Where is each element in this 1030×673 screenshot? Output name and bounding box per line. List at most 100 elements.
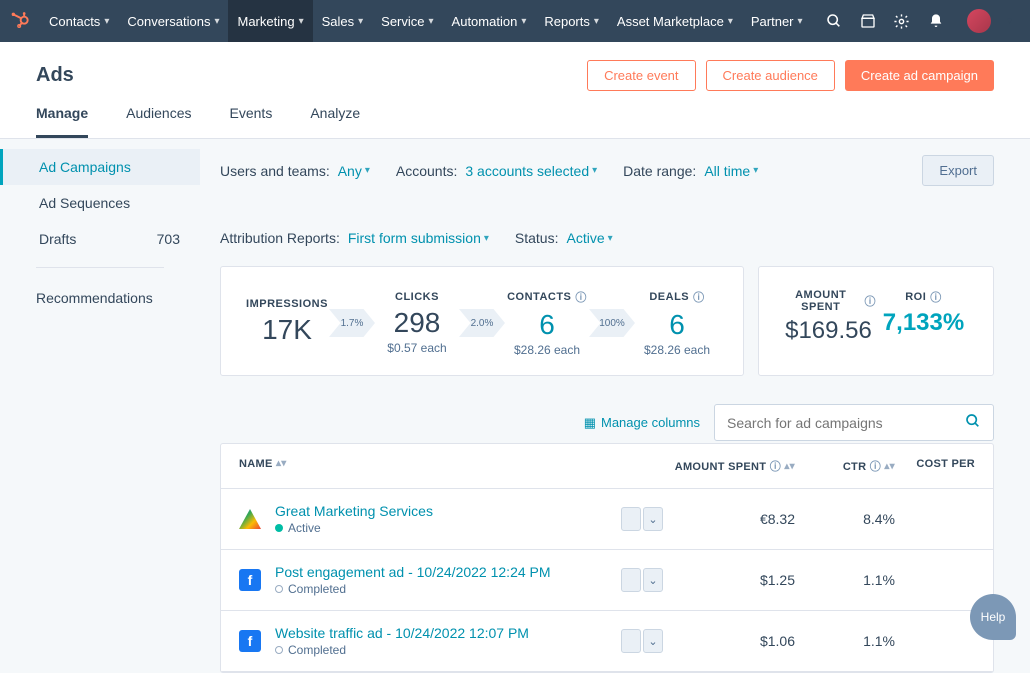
info-icon[interactable]: ⓘ <box>693 289 705 305</box>
stat-impressions: IMPRESSIONS 17K <box>243 298 331 348</box>
nav-sales[interactable]: Sales▾ <box>313 0 373 42</box>
sidebar-item-ad-sequences[interactable]: Ad Sequences <box>0 185 200 221</box>
chevron-down-icon: ▾ <box>358 16 363 27</box>
chevron-down-icon: ▾ <box>299 16 304 27</box>
sidebar-item-count: 703 <box>157 231 180 247</box>
stats-funnel-card: IMPRESSIONS 17K 1.7% CLICKS 298 $0.57 ea… <box>220 266 744 376</box>
nav-reports[interactable]: Reports▾ <box>535 0 608 42</box>
row-dropdown-button[interactable]: ⌄ <box>643 629 663 653</box>
sidebar-item-label: Ad Campaigns <box>39 159 131 175</box>
filter-date: Date range: All time ▾ <box>623 163 758 179</box>
filter-users-value[interactable]: Any ▾ <box>338 163 370 179</box>
search-input[interactable] <box>727 415 965 431</box>
campaign-status: Completed <box>275 582 621 596</box>
chevron-down-icon: ▾ <box>728 16 733 27</box>
user-menu-chevron-icon[interactable]: ▾ <box>1007 16 1012 27</box>
sidebar-divider <box>36 267 164 268</box>
filter-accounts-label: Accounts: <box>396 163 457 179</box>
info-icon[interactable]: ⓘ <box>575 289 587 305</box>
col-name[interactable]: NAME ▴▾ <box>239 458 621 474</box>
sidebar: Ad Campaigns Ad Sequences Drafts703 Recomm… <box>0 139 200 673</box>
info-icon: ⓘ <box>870 461 881 473</box>
status-dot-icon <box>275 524 283 532</box>
filter-attribution-value[interactable]: First form submission ▾ <box>348 230 489 246</box>
arrow-icon: 2.0% <box>459 309 505 337</box>
campaign-name-link[interactable]: Great Marketing Services <box>275 503 621 519</box>
info-icon: ⓘ <box>770 461 781 473</box>
settings-icon[interactable] <box>893 12 911 30</box>
cell-ctr: 8.4% <box>795 511 895 527</box>
nav-asset-marketplace[interactable]: Asset Marketplace▾ <box>608 0 742 42</box>
row-dropdown-button[interactable]: ⌄ <box>643 507 663 531</box>
user-avatar[interactable] <box>967 9 991 33</box>
manage-columns-button[interactable]: ▦ Manage columns <box>584 415 700 431</box>
stat-roi: ROIⓘ 7,133% <box>876 289 971 357</box>
create-audience-button[interactable]: Create audience <box>706 60 835 91</box>
filter-date-label: Date range: <box>623 163 696 179</box>
table-row: fPost engagement ad - 10/24/2022 12:24 P… <box>221 550 993 611</box>
stats-money-card: AMOUNT SPENTⓘ $169.56 ROIⓘ 7,133% <box>758 266 994 376</box>
tab-analyze[interactable]: Analyze <box>310 105 360 138</box>
content-area: Users and teams: Any ▾ Accounts: 3 accou… <box>200 139 1030 673</box>
filter-status: Status: Active ▾ <box>515 230 613 246</box>
hubspot-logo[interactable] <box>0 0 40 42</box>
col-cost-per[interactable]: COST PER <box>895 458 975 474</box>
col-amount-spent[interactable]: AMOUNT SPENT ⓘ ▴▾ <box>665 458 795 474</box>
info-icon[interactable]: ⓘ <box>930 289 942 305</box>
campaign-name-link[interactable]: Post engagement ad - 10/24/2022 12:24 PM <box>275 564 621 580</box>
chevron-down-icon: ▾ <box>521 16 526 27</box>
page-title: Ads <box>36 64 74 87</box>
nav-marketing[interactable]: Marketing▾ <box>228 0 312 42</box>
nav-automation[interactable]: Automation▾ <box>443 0 536 42</box>
arrow-icon: 1.7% <box>329 309 375 337</box>
campaign-status: Active <box>275 521 621 535</box>
filter-accounts-value[interactable]: 3 accounts selected ▾ <box>465 163 597 179</box>
columns-icon: ▦ <box>584 415 596 431</box>
nav-contacts[interactable]: Contacts▾ <box>40 0 118 42</box>
campaigns-table: NAME ▴▾ AMOUNT SPENT ⓘ ▴▾ CTR ⓘ ▴▾ COST … <box>220 443 994 673</box>
help-button[interactable]: Help <box>970 594 1016 640</box>
chevron-down-icon: ▾ <box>594 16 599 27</box>
nav-conversations[interactable]: Conversations▾ <box>118 0 228 42</box>
campaign-name-link[interactable]: Website traffic ad - 10/24/2022 12:07 PM <box>275 625 621 641</box>
status-dot-icon <box>275 646 283 654</box>
info-icon[interactable]: ⓘ <box>865 293 877 309</box>
row-action-button[interactable] <box>621 629 641 653</box>
sidebar-item-ad-campaigns[interactable]: Ad Campaigns <box>0 149 200 185</box>
sidebar-recommendations[interactable]: Recommendations <box>0 282 200 314</box>
table-row: Great Marketing ServicesActive⌄€8.328.4% <box>221 489 993 550</box>
cell-ctr: 1.1% <box>795 633 895 649</box>
filter-status-value[interactable]: Active ▾ <box>567 230 613 246</box>
sort-icon: ▴▾ <box>884 461 895 472</box>
chevron-down-icon: ▾ <box>429 16 434 27</box>
row-action-button[interactable] <box>621 507 641 531</box>
top-nav: Contacts▾Conversations▾Marketing▾Sales▾S… <box>0 0 1030 42</box>
nav-partner[interactable]: Partner▾ <box>742 0 812 42</box>
search-icon[interactable] <box>965 413 981 432</box>
table-row: fWebsite traffic ad - 10/24/2022 12:07 P… <box>221 611 993 672</box>
create-event-button[interactable]: Create event <box>587 60 695 91</box>
tab-manage[interactable]: Manage <box>36 105 88 138</box>
notifications-icon[interactable] <box>927 12 945 30</box>
status-dot-icon <box>275 585 283 593</box>
row-action-button[interactable] <box>621 568 641 592</box>
arrow-icon: 100% <box>589 309 635 337</box>
sidebar-item-drafts[interactable]: Drafts703 <box>0 221 200 257</box>
sort-icon: ▴▾ <box>784 461 795 472</box>
export-button[interactable]: Export <box>922 155 994 186</box>
filter-date-value[interactable]: All time ▾ <box>704 163 758 179</box>
search-icon[interactable] <box>825 12 843 30</box>
campaign-status: Completed <box>275 643 621 657</box>
table-header: NAME ▴▾ AMOUNT SPENT ⓘ ▴▾ CTR ⓘ ▴▾ COST … <box>221 444 993 489</box>
stat-deals: DEALSⓘ 6 $28.26 each <box>633 289 721 357</box>
cell-ctr: 1.1% <box>795 572 895 588</box>
tab-audiences[interactable]: Audiences <box>126 105 191 138</box>
nav-service[interactable]: Service▾ <box>372 0 442 42</box>
create-ad-campaign-button[interactable]: Create ad campaign <box>845 60 994 91</box>
marketplace-icon[interactable] <box>859 12 877 30</box>
tab-events[interactable]: Events <box>230 105 273 138</box>
cell-amount-spent: $1.06 <box>665 633 795 649</box>
col-ctr[interactable]: CTR ⓘ ▴▾ <box>795 458 895 474</box>
sidebar-item-label: Ad Sequences <box>39 195 130 211</box>
row-dropdown-button[interactable]: ⌄ <box>643 568 663 592</box>
